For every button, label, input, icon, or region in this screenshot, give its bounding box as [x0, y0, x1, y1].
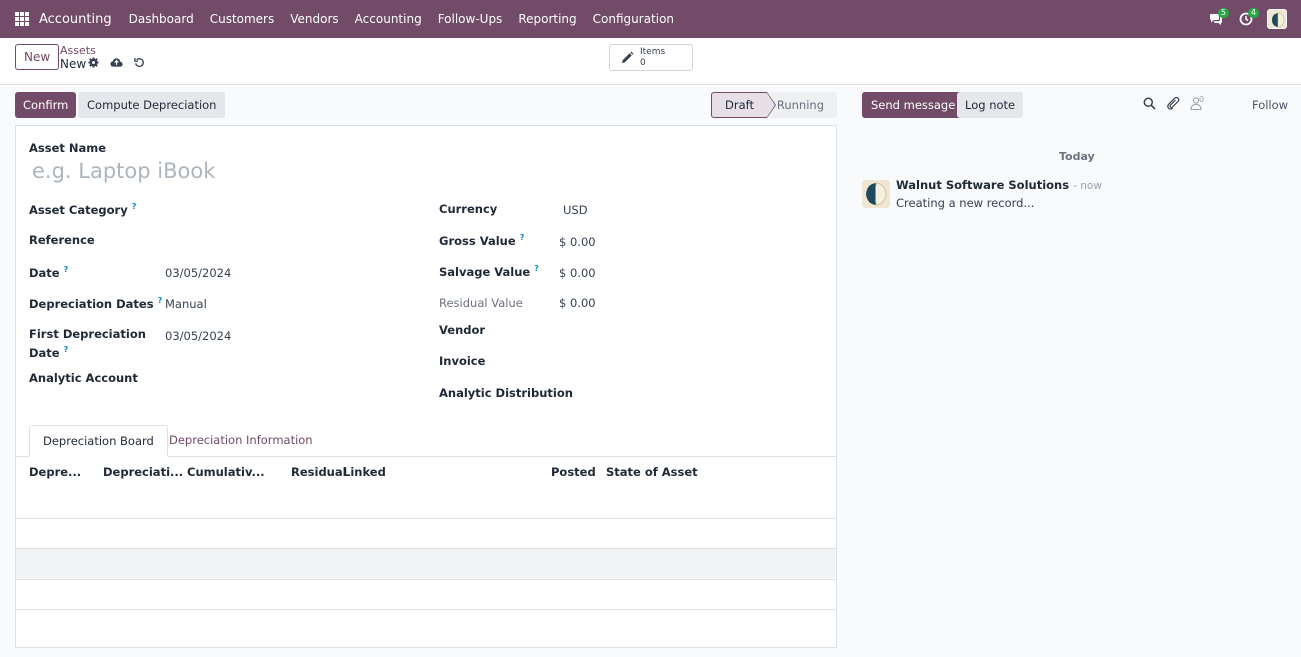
save-cloud-icon[interactable]: [110, 57, 123, 68]
vendor-label: Vendor: [439, 323, 486, 337]
date-separator: Today: [1059, 150, 1095, 163]
search-icon[interactable]: [1143, 97, 1156, 110]
record-actions: [88, 57, 145, 68]
col-residual[interactable]: Residual: [291, 465, 347, 479]
followers-count: 0: [1199, 94, 1205, 104]
first-depreciation-date-field[interactable]: 03/05/2024: [165, 329, 231, 343]
residual-value-label: Residual Value: [439, 296, 523, 310]
salvage-value-field[interactable]: $ 0.00: [559, 266, 596, 280]
menu-dashboard[interactable]: Dashboard: [129, 12, 194, 26]
gear-icon[interactable]: [88, 57, 99, 68]
pencil-icon: [622, 51, 634, 63]
control-panel: New Assets New Items 0: [0, 38, 1301, 85]
tab-depreciation-board[interactable]: Depreciation Board: [29, 425, 168, 457]
first-depreciation-date-label: First Depreciation Date ?: [29, 327, 146, 360]
reference-label: Reference: [29, 233, 95, 247]
invoice-label: Invoice: [439, 354, 486, 368]
gross-value-label: Gross Value ?: [439, 233, 525, 248]
currency-label: Currency: [439, 202, 498, 216]
activities-button[interactable]: 4: [1231, 7, 1261, 31]
col-state-of-asset[interactable]: State of Asset: [606, 465, 698, 479]
status-bar: Draft Running: [711, 92, 837, 118]
col-posted[interactable]: Posted: [551, 465, 596, 479]
salvage-value-label: Salvage Value ?: [439, 264, 539, 279]
messages-badge: 5: [1217, 8, 1229, 18]
depreciation-table-header: Depre... Depreciati... Cumulativ... Resi…: [16, 458, 836, 488]
app-grid-icon[interactable]: [15, 12, 29, 26]
form-sheet: Asset Name e.g. Laptop iBook Asset Categ…: [15, 125, 837, 648]
asset-name-input[interactable]: e.g. Laptop iBook: [32, 159, 215, 183]
table-row: [16, 548, 836, 578]
table-row: [16, 609, 836, 639]
gross-value-field[interactable]: $ 0.00: [559, 235, 596, 249]
currency-field[interactable]: USD: [563, 203, 588, 217]
analytic-distribution-label: Analytic Distribution: [439, 386, 573, 400]
message-author: Walnut Software Solutions - now: [896, 178, 1102, 192]
residual-value-field: $ 0.00: [559, 296, 596, 310]
menu-vendors[interactable]: Vendors: [290, 12, 338, 26]
analytic-account-label: Analytic Account: [29, 371, 138, 385]
asset-name-label: Asset Name: [29, 141, 107, 155]
notebook-tabs: Depreciation Board Depreciation Informat…: [16, 425, 836, 457]
col-cumulative[interactable]: Cumulativ...: [187, 465, 265, 479]
messages-button[interactable]: 5: [1201, 7, 1231, 31]
follow-button[interactable]: Follow: [1252, 98, 1288, 112]
top-navbar: Accounting Dashboard Customers Vendors A…: [0, 0, 1301, 38]
app-name[interactable]: Accounting: [39, 12, 112, 27]
breadcrumb-current: New: [60, 57, 87, 71]
followers-button[interactable]: 0: [1190, 94, 1205, 110]
items-smart-button[interactable]: Items 0: [609, 44, 693, 71]
author-avatar[interactable]: [862, 180, 890, 208]
confirm-button[interactable]: Confirm: [15, 92, 77, 118]
tab-depreciation-information[interactable]: Depreciation Information: [156, 425, 326, 457]
chatter-toolbar: 0: [1143, 94, 1205, 110]
new-button[interactable]: New: [15, 44, 60, 70]
col-linked[interactable]: Linked: [343, 465, 386, 479]
message-time: - now: [1073, 180, 1102, 192]
table-row: [16, 488, 836, 518]
menu-accounting[interactable]: Accounting: [355, 12, 422, 26]
author-avatar-image: [862, 180, 890, 208]
menu-customers[interactable]: Customers: [210, 12, 275, 26]
send-message-button[interactable]: Send message: [862, 92, 965, 118]
message-body: Creating a new record...: [896, 196, 1035, 210]
table-row: [16, 579, 836, 609]
table-row: [16, 518, 836, 548]
user-avatar[interactable]: [1267, 9, 1287, 29]
items-count: 0: [640, 57, 646, 68]
menu-reporting[interactable]: Reporting: [518, 12, 576, 26]
asset-category-label: Asset Category ?: [29, 202, 137, 217]
depreciation-dates-label: Depreciation Dates ?: [29, 296, 163, 311]
depreciation-dates-field[interactable]: Manual: [165, 297, 207, 311]
user-avatar-image: [1268, 10, 1286, 28]
activities-badge: 4: [1247, 8, 1259, 18]
date-label: Date ?: [29, 265, 69, 280]
status-draft[interactable]: Draft: [711, 92, 776, 118]
col-depreciation[interactable]: Depreciati...: [103, 465, 183, 479]
log-note-button[interactable]: Log note: [957, 92, 1024, 118]
status-running[interactable]: Running: [767, 92, 837, 118]
menu-follow-ups[interactable]: Follow-Ups: [438, 12, 503, 26]
compute-depreciation-button[interactable]: Compute Depreciation: [78, 92, 226, 118]
paperclip-icon[interactable]: [1166, 96, 1180, 110]
breadcrumb-assets[interactable]: Assets: [60, 44, 96, 57]
col-depreciation-date[interactable]: Depre...: [29, 465, 81, 479]
discard-undo-icon[interactable]: [134, 57, 145, 68]
menu-configuration[interactable]: Configuration: [593, 12, 674, 26]
date-field[interactable]: 03/05/2024: [165, 266, 231, 280]
items-label: Items: [640, 46, 666, 57]
